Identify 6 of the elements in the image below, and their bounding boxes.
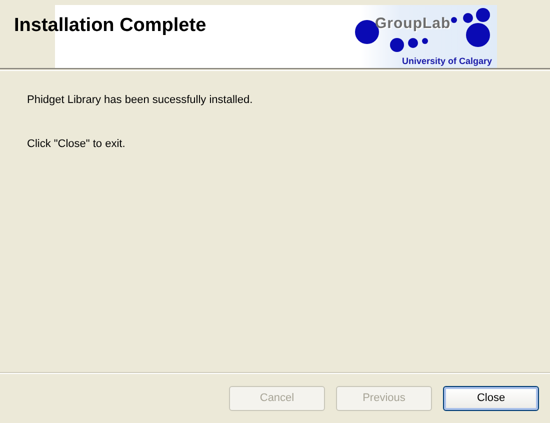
message-text: Phidget Library has been sucessfully installed. — [27, 94, 254, 106]
wizard-button[interactable]: Close — [443, 386, 539, 410]
logo-name: GroupLab — [375, 15, 451, 32]
page-title: Installation Complete — [14, 15, 206, 37]
message-text: Click "Close" to exit. — [27, 138, 126, 150]
logo-subtitle: University of Calgary — [402, 56, 492, 66]
